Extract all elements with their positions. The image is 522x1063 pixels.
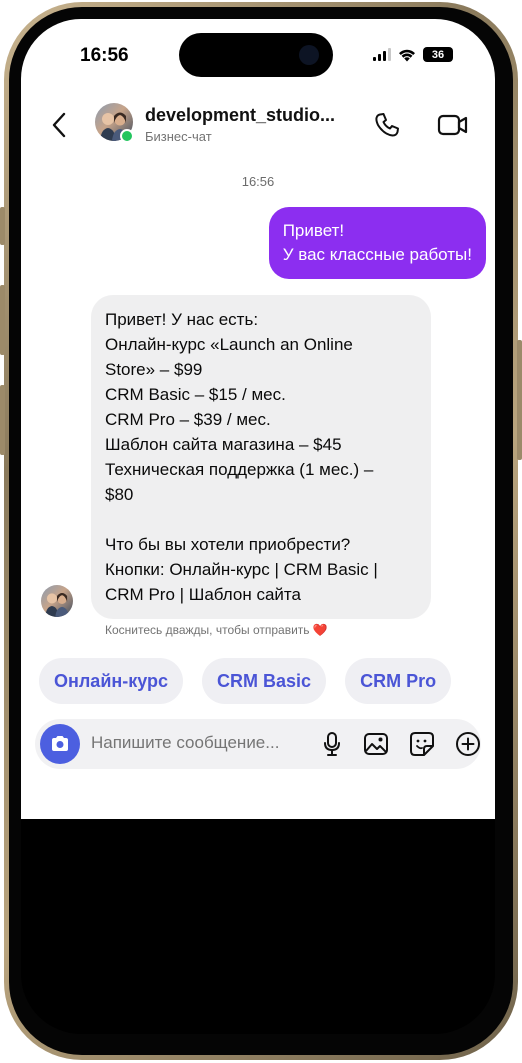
sticker-icon[interactable] [409,731,435,757]
battery-indicator: 36 [423,47,453,62]
side-button-volume-up [0,285,5,355]
quick-reply-button[interactable]: Онлайн-курс [39,658,184,704]
double-tap-hint: Коснитесь дважды, чтобы отправить ❤️ [105,623,328,637]
online-status-dot [120,129,134,143]
image-icon[interactable] [363,731,389,757]
incoming-message-line: CRM Basic – $15 / мес. [105,385,286,404]
status-time: 16:56 [80,45,129,66]
incoming-message-line: $80 [105,485,134,504]
incoming-message-line: Привет! У нас есть: [105,310,259,329]
phone-icon[interactable] [373,111,401,139]
sender-avatar[interactable] [41,585,73,617]
status-icons: 36 [373,47,453,62]
side-button-action [0,207,5,245]
side-button-volume-down [0,385,5,455]
quick-reply-button[interactable]: CRM Pro [345,658,452,704]
message-input[interactable] [91,733,291,753]
plus-icon[interactable] [455,731,481,757]
incoming-message-line: Store» – $99 [105,360,203,379]
back-arrow-icon[interactable] [49,111,69,139]
incoming-message-line: CRM Pro – $39 / мес. [105,410,271,429]
incoming-message-line: Что бы вы хотели приобрести? [105,535,351,554]
incoming-message-line: Техническая поддержка (1 мес.) – [105,460,374,479]
wifi-icon [399,49,415,61]
outgoing-message[interactable]: Привет! У вас классные работы! [268,207,486,279]
contact-name[interactable]: development_studio... [145,105,335,126]
microphone-icon[interactable] [321,731,343,757]
incoming-message[interactable]: Привет! У нас есть: Онлайн-курс «Launch … [91,295,431,619]
outgoing-message-line: Привет! [282,221,345,240]
incoming-message-line: Кнопки: Онлайн-курс | CRM Basic | [105,560,378,579]
contact-subtitle: Бизнес-чат [145,129,212,144]
message-composer [35,719,481,769]
incoming-message-spacer [105,507,417,532]
incoming-message-line: Шаблон сайта магазина – $45 [105,435,342,454]
side-button-power [517,340,522,460]
quick-reply-button[interactable]: CRM Basic [202,658,327,704]
front-camera [299,45,319,65]
incoming-message-line: CRM Pro | Шаблон сайта [105,585,301,604]
incoming-message-line: Онлайн-курс «Launch an Online [105,335,353,354]
chat-header: development_studio... Бизнес-чат [21,99,495,163]
camera-icon [52,736,68,751]
signal-icon [373,48,391,61]
message-timestamp: 16:56 [241,174,275,189]
dynamic-island [179,33,333,77]
camera-button[interactable] [40,724,80,764]
video-camera-icon[interactable] [437,111,469,139]
chat-screen: 16:56 36 development_studio... Бизнес-ча… [21,19,495,819]
quick-replies: Онлайн-курс CRM Basic CRM Pro [39,658,452,704]
outgoing-message-line: У вас классные работы! [282,245,472,264]
screen: 16:56 36 development_studio... Бизнес-ча… [21,19,495,1034]
